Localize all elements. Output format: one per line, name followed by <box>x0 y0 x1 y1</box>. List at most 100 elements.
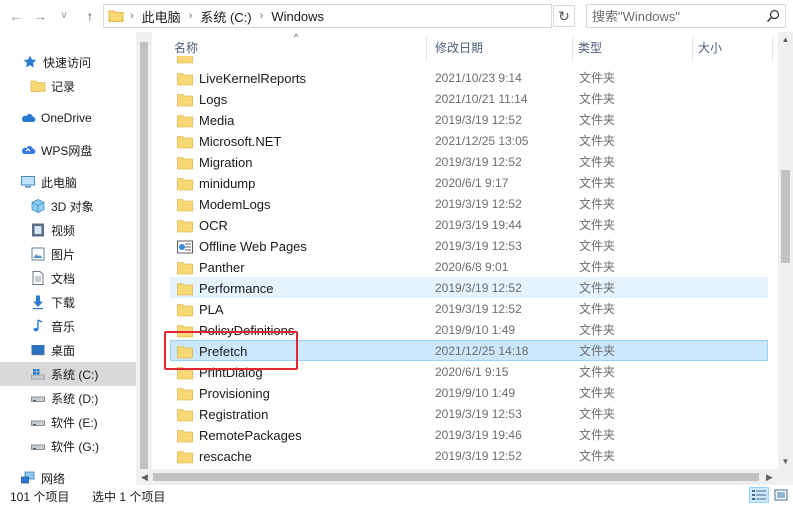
file-name: Logs <box>199 92 228 107</box>
file-type: 文件夹 <box>579 155 616 169</box>
list-item[interactable]: Prefetch 2021/12/25 14:18 文件夹 <box>170 340 768 361</box>
column-header-name[interactable]: 名称 <box>174 32 198 58</box>
list-item[interactable]: OCR 2019/3/19 19:44 文件夹 <box>170 214 768 235</box>
file-type: 文件夹 <box>579 113 616 127</box>
scroll-right-arrow-icon[interactable]: ▶ <box>762 469 777 485</box>
column-header-type[interactable]: 类型 <box>578 32 602 58</box>
scroll-left-arrow-icon[interactable]: ◀ <box>137 469 152 485</box>
list-item[interactable]: RemotePackages 2019/3/19 19:46 文件夹 <box>170 424 768 445</box>
sidebar-item-wps-cloud[interactable]: WPS网盘 <box>0 138 152 162</box>
star-icon <box>22 54 38 70</box>
list-item[interactable]: Registration 2019/3/19 12:53 文件夹 <box>170 403 768 424</box>
recent-locations-chevron-icon[interactable]: ∨ <box>54 5 74 27</box>
sidebar-item-software-e[interactable]: 软件 (E:) <box>0 410 152 434</box>
navigation-pane: 快速访问 记录 OneDrive WPS网盘 此电脑 3D 对象 视频 图片 文… <box>0 32 152 486</box>
forward-arrow-icon[interactable]: → <box>30 5 50 27</box>
address-bar[interactable]: › 此电脑 › 系统 (C:) › Windows ∨ <box>103 4 649 28</box>
file-name: Offline Web Pages <box>199 239 307 254</box>
sidebar-item-system-d[interactable]: 系统 (D:) <box>0 386 152 410</box>
sidebar-item-documents[interactable]: 文档 <box>0 266 152 290</box>
file-name-cell: minidump <box>177 173 255 194</box>
file-type: 文件夹 <box>579 428 616 442</box>
file-name-cell: Panther <box>177 257 245 278</box>
file-name: ModemLogs <box>199 197 271 212</box>
list-item[interactable]: PolicyDefinitions 2019/9/10 1:49 文件夹 <box>170 319 768 340</box>
file-type: 文件夹 <box>579 449 616 463</box>
video-icon <box>30 222 46 238</box>
sidebar-item-3d-objects[interactable]: 3D 对象 <box>0 194 152 218</box>
sidebar-item-this-pc[interactable]: 此电脑 <box>0 170 152 194</box>
back-arrow-icon[interactable]: ← <box>6 5 26 27</box>
music-icon <box>30 318 46 334</box>
sidebar-item-label: 文档 <box>51 271 76 286</box>
sidebar-item-software-g[interactable]: 软件 (G:) <box>0 434 152 458</box>
column-header-size[interactable]: 大小 <box>698 32 722 58</box>
sidebar-item-downloads[interactable]: 下载 <box>0 290 152 314</box>
search-input[interactable] <box>592 8 762 24</box>
sidebar-item-label: 此电脑 <box>41 175 78 190</box>
refresh-icon[interactable]: ↻ <box>553 5 575 27</box>
folder-icon <box>177 303 193 317</box>
search-icon[interactable] <box>765 8 781 24</box>
chevron-right-icon: › <box>188 10 193 22</box>
scroll-down-arrow-icon[interactable]: ▼ <box>778 454 793 469</box>
file-date: 2019/3/19 12:52 <box>435 449 522 463</box>
sidebar-item-records[interactable]: 记录 <box>0 74 152 98</box>
breadcrumb-this-pc[interactable]: 此电脑 <box>142 7 181 26</box>
file-name-cell: Offline Web Pages <box>177 236 307 257</box>
list-item[interactable]: rescache 2019/3/19 12:52 文件夹 <box>170 445 768 466</box>
folder-icon <box>177 219 193 233</box>
list-item[interactable]: Provisioning 2019/9/10 1:49 文件夹 <box>170 382 768 403</box>
document-icon <box>30 270 46 286</box>
list-item[interactable]: Migration 2019/3/19 12:52 文件夹 <box>170 151 768 172</box>
details-view-icon[interactable] <box>749 487 769 503</box>
list-item[interactable]: Performance 2019/3/19 12:52 文件夹 <box>170 277 768 298</box>
drive-icon <box>30 414 46 430</box>
scroll-up-arrow-icon[interactable]: ▲ <box>778 32 793 47</box>
file-name-cell: Microsoft.NET <box>177 131 281 152</box>
file-date: 2019/9/10 1:49 <box>435 386 516 400</box>
wps-cloud-icon <box>20 142 36 158</box>
list-item[interactable]: Microsoft.NET 2021/12/25 13:05 文件夹 <box>170 130 768 151</box>
list-item[interactable]: Media 2019/3/19 12:52 文件夹 <box>170 109 768 130</box>
sidebar-item-music[interactable]: 音乐 <box>0 314 152 338</box>
file-date: 2021/12/25 13:05 <box>435 134 529 148</box>
sidebar-item-system-c[interactable]: 系统 (C:) <box>0 362 152 386</box>
breadcrumb-windows[interactable]: Windows <box>271 9 324 24</box>
sidebar-item-desktop[interactable]: 桌面 <box>0 338 152 362</box>
sidebar-item-quick-access[interactable]: 快速访问 <box>0 50 152 74</box>
large-icons-view-icon[interactable] <box>771 487 791 503</box>
folder-icon <box>177 345 193 359</box>
sidebar-item-videos[interactable]: 视频 <box>0 218 152 242</box>
column-header-date[interactable]: 修改日期 <box>435 32 483 58</box>
vertical-scrollbar-thumb[interactable] <box>781 170 790 263</box>
list-item[interactable]: Panther 2020/6/8 9:01 文件夹 <box>170 256 768 277</box>
horizontal-scrollbar-thumb[interactable] <box>153 473 759 481</box>
up-arrow-icon[interactable]: ↑ <box>80 5 100 27</box>
sort-ascending-icon: ^ <box>294 32 299 42</box>
list-item[interactable]: PLA 2019/3/19 12:52 文件夹 <box>170 298 768 319</box>
sidebar-item-label: 快速访问 <box>43 55 92 70</box>
list-item[interactable] <box>170 56 768 66</box>
sidebar-item-pictures[interactable]: 图片 <box>0 242 152 266</box>
sidebar-item-label: 系统 (C:) <box>51 367 99 382</box>
file-date: 2019/3/19 12:52 <box>435 281 522 295</box>
address-row: ← → ∨ ↑ › 此电脑 › 系统 (C:) › Windows ∨ ↻ <box>0 0 793 32</box>
list-item[interactable]: LiveKernelReports 2021/10/23 9:14 文件夹 <box>170 67 768 88</box>
folder-icon <box>177 408 193 422</box>
list-item[interactable]: minidump 2020/6/1 9:17 文件夹 <box>170 172 768 193</box>
sidebar-scrollbar-thumb[interactable] <box>140 42 148 475</box>
list-item[interactable]: ModemLogs 2019/3/19 12:52 文件夹 <box>170 193 768 214</box>
desktop-icon <box>30 342 46 358</box>
drive-icon <box>30 438 46 454</box>
list-item[interactable]: Logs 2021/10/21 11:14 文件夹 <box>170 88 768 109</box>
list-item[interactable]: Offline Web Pages 2019/3/19 12:53 文件夹 <box>170 235 768 256</box>
file-date: 2019/3/19 19:44 <box>435 218 522 232</box>
list-item[interactable]: PrintDialog 2020/6/1 9:15 文件夹 <box>170 361 768 382</box>
computer-icon <box>20 174 36 190</box>
file-name-cell: ModemLogs <box>177 194 271 215</box>
sidebar-item-onedrive[interactable]: OneDrive <box>0 106 152 130</box>
file-name-cell: OCR <box>177 215 228 236</box>
breadcrumb-system-c[interactable]: 系统 (C:) <box>200 7 251 26</box>
sidebar-item-label: 软件 (E:) <box>51 415 98 430</box>
